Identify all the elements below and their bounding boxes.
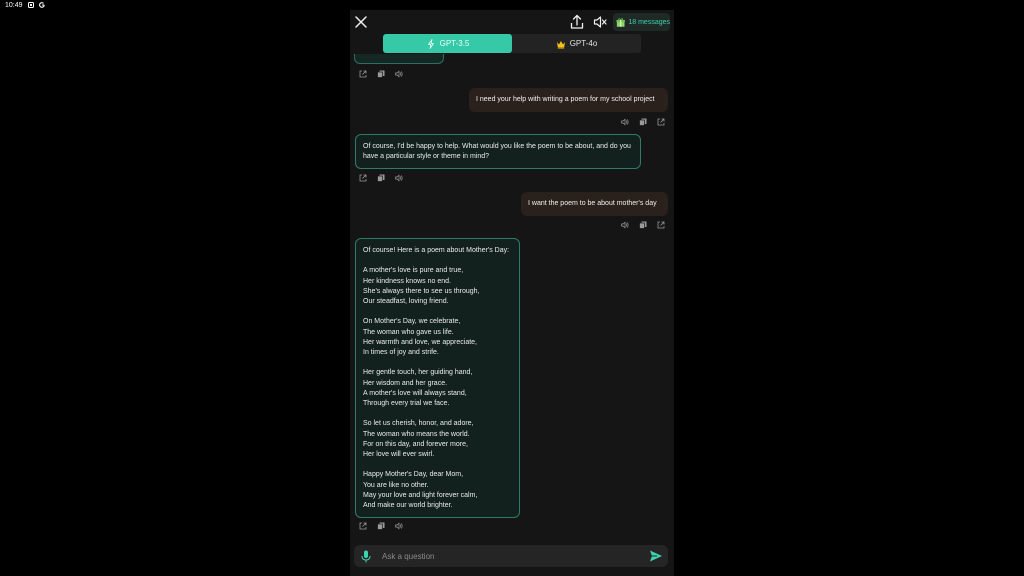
chat-input-bar — [354, 545, 668, 567]
model-switch: GPT-3.5 GPT-4o — [383, 34, 641, 53]
spark-icon — [427, 38, 434, 49]
message-actions — [359, 522, 403, 532]
external-link-icon[interactable] — [359, 70, 367, 78]
status-bar: 10:49 — [0, 0, 1024, 10]
tab-label: GPT-3.5 — [439, 39, 470, 48]
message-actions — [359, 174, 403, 184]
top-bar: 18 messages — [350, 10, 674, 34]
copy-icon[interactable] — [639, 221, 647, 229]
copy-icon[interactable] — [377, 70, 385, 78]
message-count-label: 18 messages — [628, 18, 670, 26]
speaker-icon[interactable] — [395, 70, 403, 78]
app-screen: 18 messages GPT-3.5 GPT-4o I need your h… — [350, 10, 674, 576]
assistant-message: Of course! Here is a poem about Mother's… — [355, 238, 520, 518]
external-link-icon[interactable] — [657, 118, 665, 126]
assistant-message: Of course, I'd be happy to help. What wo… — [355, 134, 641, 169]
google-icon — [38, 2, 45, 8]
status-time: 10:49 — [5, 1, 23, 9]
message-text: I need your help with writing a poem for… — [476, 95, 655, 103]
message-text: Of course, I'd be happy to help. What wo… — [363, 143, 631, 161]
speaker-icon[interactable] — [395, 522, 403, 530]
notification-icon — [27, 2, 34, 8]
message-text: I want the poem to be about mother's day — [528, 199, 657, 207]
message-actions — [621, 221, 665, 231]
speaker-icon[interactable] — [621, 221, 629, 229]
volume-mute-icon[interactable] — [593, 15, 607, 29]
external-link-icon[interactable] — [359, 174, 367, 182]
tab-gpt-3-5[interactable]: GPT-3.5 — [383, 34, 512, 53]
close-icon[interactable] — [354, 15, 368, 29]
previous-message-bubble — [354, 54, 444, 64]
speaker-icon[interactable] — [395, 174, 403, 182]
gift-icon — [616, 17, 625, 27]
copy-icon[interactable] — [377, 174, 385, 182]
tab-label: GPT-4o — [569, 39, 598, 48]
mic-icon[interactable] — [361, 550, 371, 563]
crown-icon — [556, 40, 565, 48]
copy-icon[interactable] — [377, 522, 385, 530]
user-message: I want the poem to be about mother's day — [521, 192, 668, 216]
question-input[interactable] — [382, 548, 632, 564]
copy-icon[interactable] — [639, 118, 647, 126]
tab-gpt-4o[interactable]: GPT-4o — [512, 34, 641, 53]
external-link-icon[interactable] — [657, 221, 665, 229]
message-text: Of course! Here is a poem about Mother's… — [363, 247, 510, 510]
speaker-icon[interactable] — [621, 118, 629, 126]
message-actions — [621, 118, 665, 128]
send-icon[interactable] — [649, 549, 663, 563]
user-message: I need your help with writing a poem for… — [469, 88, 668, 112]
message-counter[interactable]: 18 messages — [613, 13, 670, 31]
share-icon[interactable] — [570, 14, 584, 30]
message-actions — [359, 70, 403, 80]
external-link-icon[interactable] — [359, 522, 367, 530]
